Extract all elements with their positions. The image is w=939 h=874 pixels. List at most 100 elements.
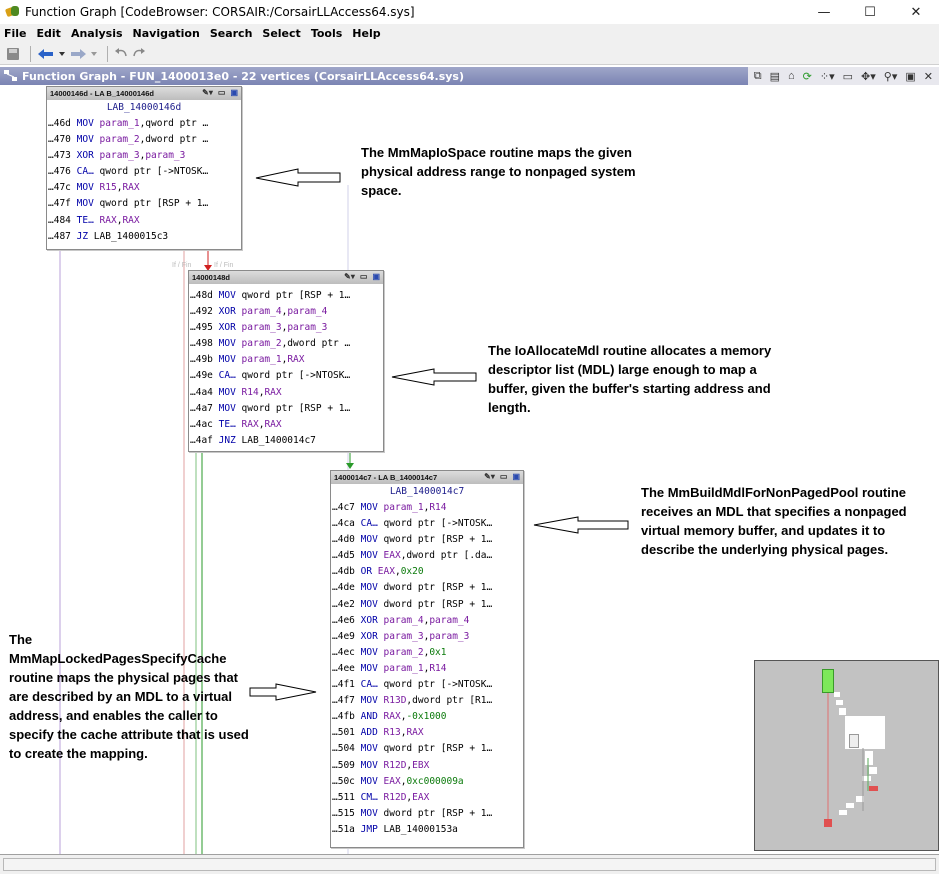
edit-icon[interactable]: ✎▾ bbox=[484, 472, 495, 481]
instruction-line[interactable]: …4c7 MOV param_1,R14 bbox=[331, 500, 523, 516]
instruction-addr: …470 bbox=[48, 134, 71, 146]
navigate-icon[interactable]: ✥▾ bbox=[861, 70, 876, 83]
instruction-line[interactable]: …509 MOV R12D,EBX bbox=[331, 758, 523, 774]
group-icon[interactable]: ▣ bbox=[230, 88, 238, 97]
instruction-addr: …4fb bbox=[332, 711, 355, 723]
code-block-14000148d[interactable]: 14000148d ✎▾ ▭ ▣ …48d MOV qword ptr [RSP +… bbox=[188, 270, 384, 452]
redo-icon[interactable] bbox=[132, 46, 146, 62]
group-icon[interactable]: ▣ bbox=[372, 272, 380, 281]
layout-icon[interactable]: ⁘▾ bbox=[820, 70, 835, 83]
instruction-line[interactable]: …4a7 MOV qword ptr [RSP + 1… bbox=[189, 401, 383, 417]
instruction-line[interactable]: …504 MOV qword ptr [RSP + 1… bbox=[331, 741, 523, 757]
instruction-line[interactable]: …511 CM… R12D,EAX bbox=[331, 790, 523, 806]
instruction-line[interactable]: …46d MOV param_1,qword ptr … bbox=[47, 116, 241, 132]
close-panel-icon[interactable]: ✕ bbox=[924, 70, 933, 83]
instruction-op1: param_3 bbox=[99, 150, 140, 162]
instruction-line[interactable]: …4e2 MOV dword ptr [RSP + 1… bbox=[331, 597, 523, 613]
instruction-line[interactable]: …495 XOR param_3,param_3 bbox=[189, 320, 383, 336]
instruction-line[interactable]: …4ac TE… RAX,RAX bbox=[189, 417, 383, 433]
instruction-line[interactable]: …492 XOR param_4,param_4 bbox=[189, 304, 383, 320]
instruction-rest: qword ptr [->NTOSK… bbox=[241, 370, 351, 382]
instruction-line[interactable]: …49b MOV param_1,RAX bbox=[189, 352, 383, 368]
graph-minimap[interactable] bbox=[754, 660, 939, 851]
instruction-line[interactable]: …473 XOR param_3,param_3 bbox=[47, 148, 241, 164]
instruction-line[interactable]: …470 MOV param_2,dword ptr … bbox=[47, 132, 241, 148]
instruction-rest: qword ptr [RSP + 1… bbox=[99, 198, 209, 210]
main-toolbar bbox=[0, 43, 939, 65]
back-dropdown-icon[interactable] bbox=[59, 46, 65, 62]
instruction-line[interactable]: …476 CA… qword ptr [->NTOSK… bbox=[47, 164, 241, 180]
instruction-mn: JNZ bbox=[218, 434, 236, 446]
instruction-line[interactable]: …4e6 XOR param_4,param_4 bbox=[331, 613, 523, 629]
forward-arrow-icon[interactable] bbox=[69, 46, 87, 62]
instruction-line[interactable]: …4ca CA… qword ptr [->NTOSK… bbox=[331, 516, 523, 532]
instruction-line[interactable]: …501 ADD R13,RAX bbox=[331, 725, 523, 741]
forward-dropdown-icon[interactable] bbox=[91, 46, 97, 62]
refresh-icon[interactable]: ⟳ bbox=[803, 70, 812, 83]
instruction-mn: MOV bbox=[360, 759, 378, 771]
instruction-line[interactable]: …4ec MOV param_2,0x1 bbox=[331, 645, 523, 661]
instruction-line[interactable]: …4de MOV dword ptr [RSP + 1… bbox=[331, 580, 523, 596]
minimize-button[interactable]: — bbox=[801, 0, 847, 24]
maximize-block-icon[interactable]: ▭ bbox=[500, 472, 508, 481]
instruction-addr: …501 bbox=[332, 727, 355, 739]
instruction-op1: EAX bbox=[383, 550, 401, 562]
instruction-line[interactable]: …4fb AND RAX,-0x1000 bbox=[331, 709, 523, 725]
instruction-line[interactable]: …487 JZ LAB_1400015c3 bbox=[47, 229, 241, 245]
instruction-addr: …492 bbox=[190, 306, 213, 318]
menu-navigation[interactable]: Navigation bbox=[133, 27, 200, 40]
instruction-mn: XOR bbox=[360, 614, 378, 626]
zoom-icon[interactable]: ⚲▾ bbox=[884, 70, 898, 83]
instruction-line[interactable]: …51a JMP LAB_14000153a bbox=[331, 822, 523, 838]
menu-select[interactable]: Select bbox=[262, 27, 300, 40]
menu-tools[interactable]: Tools bbox=[311, 27, 342, 40]
annotation-mmbuildmdl: The MmBuildMdlForNonPagedPool routine re… bbox=[641, 485, 907, 557]
menu-help[interactable]: Help bbox=[352, 27, 380, 40]
instruction-line[interactable]: …4e9 XOR param_3,param_3 bbox=[331, 629, 523, 645]
ghidra-dragon-icon bbox=[4, 5, 20, 19]
instruction-rest: qword ptr [->NTOSK… bbox=[383, 518, 493, 530]
display-icon[interactable]: ▭ bbox=[843, 70, 853, 83]
instruction-op1: param_4 bbox=[241, 306, 282, 318]
group-icon[interactable]: ▣ bbox=[512, 472, 520, 481]
instruction-addr: …476 bbox=[48, 166, 71, 178]
undo-icon[interactable] bbox=[114, 46, 128, 62]
code-block-1400014c7[interactable]: 1400014c7 - LA B_1400014c7 ✎▾ ▭ ▣ LAB_1400… bbox=[330, 470, 524, 848]
instruction-line[interactable]: …4f7 MOV R13D,dword ptr [R1… bbox=[331, 693, 523, 709]
instruction-line[interactable]: …515 MOV dword ptr [RSP + 1… bbox=[331, 806, 523, 822]
instruction-line[interactable]: …484 TE… RAX,RAX bbox=[47, 213, 241, 229]
copy-icon[interactable]: ⧉ bbox=[754, 70, 762, 83]
instruction-line[interactable]: …4db OR EAX,0x20 bbox=[331, 564, 523, 580]
edit-icon[interactable]: ✎▾ bbox=[344, 272, 355, 281]
graph-canvas[interactable]: If / Fin If / Fin 14000146d - LA B_14000… bbox=[0, 85, 939, 854]
edit-icon[interactable]: ✎▾ bbox=[202, 88, 213, 97]
paste-icon[interactable]: ▤ bbox=[770, 70, 780, 83]
menu-search[interactable]: Search bbox=[210, 27, 253, 40]
close-button[interactable]: ✕ bbox=[893, 0, 939, 24]
back-arrow-icon[interactable] bbox=[37, 46, 55, 62]
snapshot-icon[interactable]: ▣ bbox=[905, 70, 915, 83]
instruction-line[interactable]: …4a4 MOV R14,RAX bbox=[189, 385, 383, 401]
instruction-line[interactable]: …50c MOV EAX,0xc000009a bbox=[331, 774, 523, 790]
instruction-line[interactable]: …49e CA… qword ptr [->NTOSK… bbox=[189, 368, 383, 384]
instruction-line[interactable]: …4d0 MOV qword ptr [RSP + 1… bbox=[331, 532, 523, 548]
maximize-block-icon[interactable]: ▭ bbox=[218, 88, 226, 97]
instruction-line[interactable]: …4af JNZ LAB_1400014c7 bbox=[189, 433, 383, 449]
maximize-block-icon[interactable]: ▭ bbox=[360, 272, 368, 281]
instruction-line[interactable]: …4ee MOV param_1,R14 bbox=[331, 661, 523, 677]
instruction-line[interactable]: …498 MOV param_2,dword ptr … bbox=[189, 336, 383, 352]
instruction-line[interactable]: …4f1 CA… qword ptr [->NTOSK… bbox=[331, 677, 523, 693]
menu-analysis[interactable]: Analysis bbox=[71, 27, 123, 40]
instruction-line[interactable]: …47c MOV R15,RAX bbox=[47, 180, 241, 196]
instruction-mn: XOR bbox=[218, 322, 236, 334]
instruction-line[interactable]: …48d MOV qword ptr [RSP + 1… bbox=[189, 288, 383, 304]
home-icon[interactable]: ⌂ bbox=[788, 70, 795, 82]
instruction-op1: R12D bbox=[383, 791, 407, 803]
instruction-line[interactable]: …47f MOV qword ptr [RSP + 1… bbox=[47, 196, 241, 212]
maximize-button[interactable]: ☐ bbox=[847, 0, 893, 24]
menu-edit[interactable]: Edit bbox=[37, 27, 61, 40]
save-icon[interactable] bbox=[6, 46, 20, 62]
code-block-14000146d[interactable]: 14000146d - LA B_14000146d ✎▾ ▭ ▣ LAB_1400… bbox=[46, 86, 242, 250]
instruction-line[interactable]: …4d5 MOV EAX,dword ptr [.da… bbox=[331, 548, 523, 564]
menu-file[interactable]: File bbox=[4, 27, 27, 40]
